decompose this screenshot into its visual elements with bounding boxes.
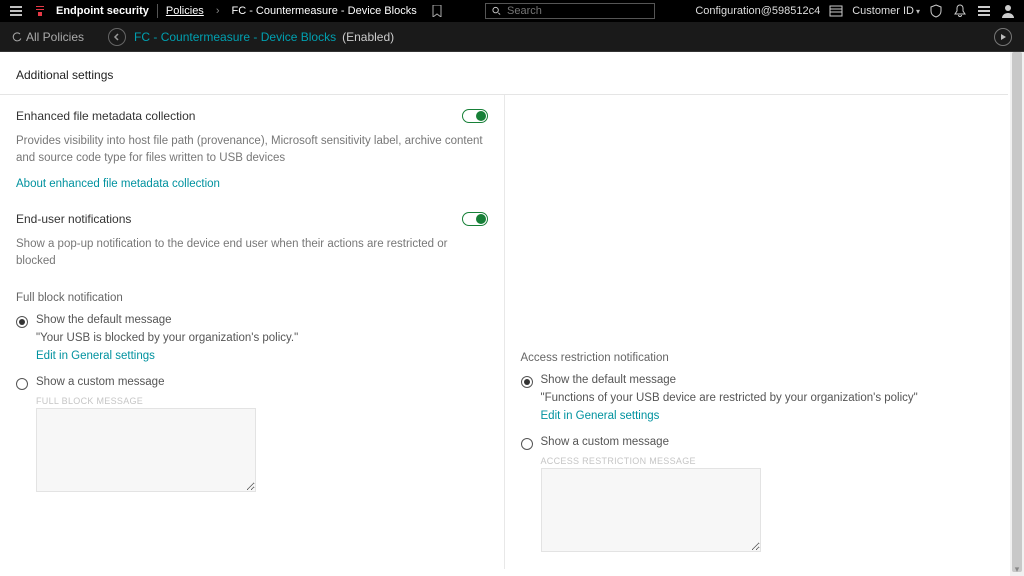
run-policy-button[interactable] — [994, 28, 1012, 46]
search-icon — [492, 6, 501, 16]
scrollbar-down-icon[interactable]: ▾ — [1010, 562, 1024, 576]
customer-id-dropdown[interactable]: Customer ID▾ — [852, 5, 920, 17]
refresh-icon — [12, 32, 22, 42]
bell-icon[interactable] — [952, 3, 968, 19]
user-icon[interactable] — [1000, 3, 1016, 19]
bookmark-icon[interactable] — [429, 3, 445, 19]
configuration-label[interactable]: Configuration@598512c4 — [695, 5, 820, 17]
access-restrict-custom-radio[interactable] — [521, 438, 533, 450]
metadata-toggle[interactable] — [462, 109, 488, 123]
full-block-message-textarea[interactable] — [36, 408, 256, 492]
notifications-desc: Show a pop-up notification to the device… — [16, 236, 486, 271]
scrollbar-thumb[interactable] — [1012, 52, 1022, 572]
full-block-field-label: FULL BLOCK MESSAGE — [36, 396, 488, 406]
metadata-about-link[interactable]: About enhanced file metadata collection — [16, 178, 220, 190]
access-restrict-custom-label: Show a custom message — [541, 436, 669, 448]
hamburger-menu-icon[interactable] — [8, 3, 24, 19]
full-block-custom-label: Show a custom message — [36, 376, 164, 388]
app-name: Endpoint security — [56, 5, 149, 17]
nav-back-circle[interactable] — [108, 28, 126, 46]
settings-content: Additional settings Enhanced file metada… — [0, 52, 1024, 576]
configuration-icon[interactable] — [828, 3, 844, 19]
access-restrict-default-radio[interactable] — [521, 376, 533, 388]
full-block-default-msg: "Your USB is blocked by your organizatio… — [36, 332, 488, 344]
global-search-input[interactable] — [507, 5, 648, 17]
full-block-default-label: Show the default message — [36, 314, 172, 326]
policy-name[interactable]: FC - Countermeasure - Device Blocks — [134, 30, 336, 44]
additional-settings-title: Additional settings — [16, 68, 992, 82]
menu-bars-icon[interactable] — [976, 3, 992, 19]
back-all-policies[interactable]: All Policies — [12, 30, 84, 44]
breadcrumb-separator: › — [216, 5, 220, 17]
vertical-scrollbar[interactable]: ▾ — [1010, 52, 1024, 576]
global-search[interactable] — [485, 3, 655, 19]
badge-icon[interactable] — [928, 3, 944, 19]
breadcrumb-policies[interactable]: Policies — [166, 5, 204, 17]
full-block-heading: Full block notification — [16, 292, 488, 304]
full-block-custom-radio[interactable] — [16, 378, 28, 390]
access-restrict-default-msg: "Functions of your USB device are restri… — [541, 392, 993, 404]
full-block-edit-link[interactable]: Edit in General settings — [36, 350, 155, 362]
notifications-toggle-label: End-user notifications — [16, 212, 131, 226]
policy-state: (Enabled) — [342, 30, 394, 44]
full-block-default-radio[interactable] — [16, 316, 28, 328]
access-restrict-edit-link[interactable]: Edit in General settings — [541, 410, 660, 422]
notifications-toggle[interactable] — [462, 212, 488, 226]
app-logo-icon — [32, 3, 48, 19]
metadata-desc: Provides visibility into host file path … — [16, 133, 486, 168]
breadcrumb-current: FC - Countermeasure - Device Blocks — [231, 5, 416, 17]
access-restrict-message-textarea[interactable] — [541, 468, 761, 552]
access-restrict-heading: Access restriction notification — [521, 352, 993, 364]
access-restrict-field-label: ACCESS RESTRICTION MESSAGE — [541, 456, 993, 466]
metadata-toggle-label: Enhanced file metadata collection — [16, 109, 195, 123]
policy-subheader: All Policies FC - Countermeasure - Devic… — [0, 22, 1024, 52]
access-restrict-default-label: Show the default message — [541, 374, 677, 386]
global-topbar: Endpoint security Policies › FC - Counte… — [0, 0, 1024, 22]
